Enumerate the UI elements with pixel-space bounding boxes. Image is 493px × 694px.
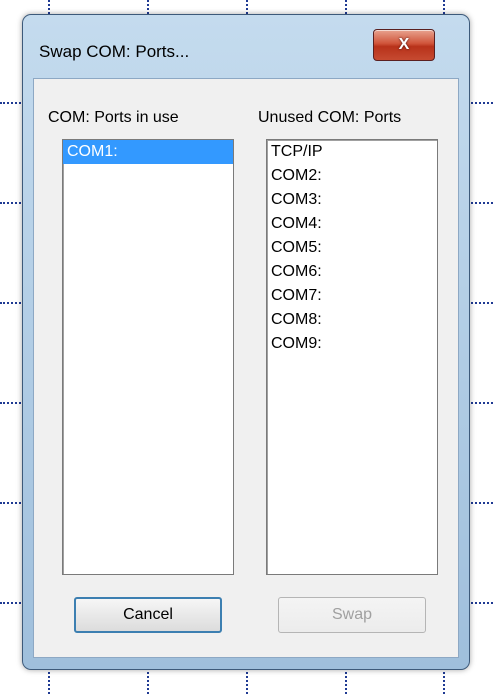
list-item[interactable]: COM1: (63, 140, 233, 164)
list-item[interactable]: COM9: (267, 332, 437, 356)
unused-ports-listbox[interactable]: TCP/IP COM2: COM3: COM4: COM5: COM6: COM… (266, 139, 438, 575)
list-item[interactable]: COM6: (267, 260, 437, 284)
close-button[interactable]: X (373, 29, 435, 61)
list-item[interactable]: COM8: (267, 308, 437, 332)
list-item[interactable]: COM2: (267, 164, 437, 188)
close-icon: X (398, 36, 410, 53)
list-item[interactable]: COM5: (267, 236, 437, 260)
list-item[interactable]: COM4: (267, 212, 437, 236)
swap-com-ports-dialog: Swap COM: Ports... X COM: Ports in use U… (22, 14, 470, 670)
swap-button[interactable]: Swap (278, 597, 426, 633)
ports-in-use-label: COM: Ports in use (48, 109, 179, 126)
ports-in-use-listbox[interactable]: COM1: (62, 139, 234, 575)
cancel-button[interactable]: Cancel (74, 597, 222, 633)
dialog-title: Swap COM: Ports... (39, 42, 190, 61)
list-item[interactable]: COM7: (267, 284, 437, 308)
list-item[interactable]: TCP/IP (267, 140, 437, 164)
dialog-client-area: COM: Ports in use Unused COM: Ports COM1… (33, 78, 459, 658)
list-item[interactable]: COM3: (267, 188, 437, 212)
unused-ports-label: Unused COM: Ports (258, 109, 402, 126)
